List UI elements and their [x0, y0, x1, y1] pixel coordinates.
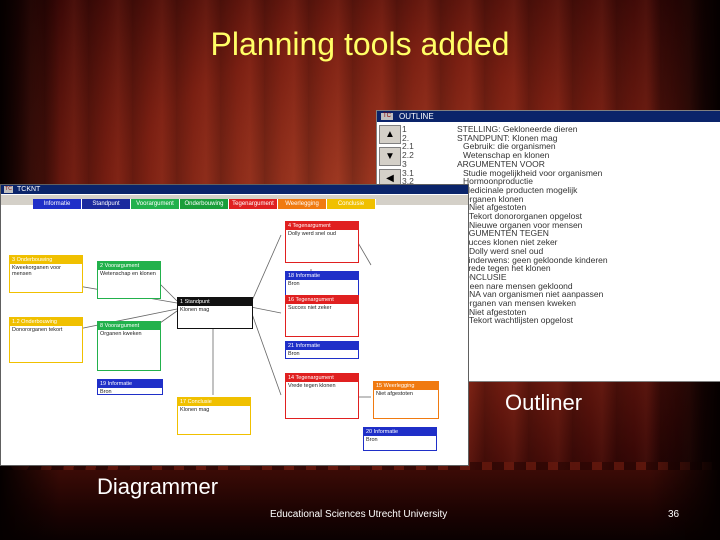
node-text: Bron: [100, 389, 112, 395]
node-header: 15 Weerlegging: [374, 382, 438, 390]
node-header: 4 Tegenargument: [286, 222, 358, 230]
node-text: Klonen mag: [180, 407, 210, 413]
node-text: Donororganen tekort: [12, 327, 63, 333]
node-text: Organen kweken: [100, 331, 142, 337]
diagram-link: [356, 240, 372, 266]
diagrammer-caption: Diagrammer: [97, 474, 219, 499]
outliner-window-title: OUTLINE: [399, 112, 434, 121]
diagram-node[interactable]: 1.2 Onderbouwing Donororganen tekort: [9, 317, 83, 363]
outline-number: 2.2: [402, 150, 414, 161]
node-text: Bron: [366, 437, 378, 443]
diagram-node[interactable]: 17 Conclusie Klonen mag: [177, 397, 251, 435]
diagram-link: [250, 310, 282, 396]
diagram-node[interactable]: 4 Tegenargument Dolly werd snel oud: [285, 221, 359, 263]
node-header: 3 Onderbouwing: [10, 256, 82, 264]
node-header: 1 Standpunt: [178, 298, 252, 306]
node-text: Kweekorganen voor mensen: [12, 265, 61, 277]
diagram-link: [250, 234, 282, 304]
outliner-caption: Outliner: [505, 390, 583, 415]
node-header: 16 Tegenargument: [286, 296, 358, 304]
node-header: 8 Voorargument: [98, 322, 160, 330]
slide-title: Planning tools added: [210, 26, 510, 62]
diagram-node[interactable]: 3 Onderbouwing Kweekorganen voor mensen: [9, 255, 83, 293]
node-header: 20 Informatie: [364, 428, 436, 436]
arrow-down-button[interactable]: ▼: [379, 147, 401, 166]
node-text: Dolly werd snel oud: [288, 231, 336, 237]
node-text: Bron: [288, 281, 300, 287]
outline-item[interactable]: Tekort wachtlijsten opgelost: [457, 316, 719, 325]
arrow-left-icon: ◀: [386, 173, 394, 184]
node-header: 18 Informatie: [286, 272, 358, 280]
outline-number: 1: [402, 124, 407, 134]
node-text: Klonen mag: [180, 307, 210, 313]
node-header: 19 Informatie: [98, 380, 162, 388]
diagram-node[interactable]: 1 Standpunt Klonen mag: [177, 297, 253, 329]
slide-footer: Educational Sciences Utrecht University: [270, 509, 448, 520]
arrow-up-icon: ▲: [385, 129, 395, 140]
diagram-node[interactable]: 20 Informatie Bron: [363, 427, 437, 451]
node-header: 21 Informatie: [286, 342, 358, 350]
outliner-text-lines[interactable]: STELLING: Gekloneerde dieren STANDPUNT: K…: [457, 125, 719, 325]
node-text: Vrede tegen klonen: [288, 383, 336, 389]
diagram-node[interactable]: 18 Informatie Bron: [285, 271, 359, 297]
diagram-node[interactable]: 15 Weerlegging Niet afgestoten: [373, 381, 439, 419]
node-header: 1.2 Onderbouwing: [10, 318, 82, 326]
diagram-link: [250, 306, 282, 314]
diagrammer-window[interactable]: TC TCKNT Informatie Standpunt Voorargument…: [0, 184, 469, 466]
arrow-up-button[interactable]: ▲: [379, 125, 401, 144]
app-logo-icon: TC: [381, 113, 393, 120]
node-text: Succes niet zeker: [288, 305, 332, 311]
diagram-node[interactable]: 8 Voorargument Organen kweken: [97, 321, 161, 371]
node-text: Wetenschap en klonen: [100, 271, 156, 277]
diagram-node[interactable]: 21 Informatie Bron: [285, 341, 359, 359]
node-header: 2 Voorargument: [98, 262, 160, 270]
node-header: 14 Tegenargument: [286, 374, 358, 382]
outliner-titlebar[interactable]: TC OUTLINE: [377, 111, 720, 122]
arrow-down-icon: ▼: [385, 151, 395, 162]
diagram-node[interactable]: 16 Tegenargument Succes niet zeker: [285, 295, 359, 337]
diagram-node[interactable]: 14 Tegenargument Vrede tegen klonen: [285, 373, 359, 419]
node-header: 17 Conclusie: [178, 398, 250, 406]
diagram-node[interactable]: 19 Informatie Bron: [97, 379, 163, 395]
node-text: Niet afgestoten: [376, 391, 413, 397]
node-text: Bron: [288, 351, 300, 357]
diagram-node[interactable]: 2 Voorargument Wetenschap en klonen: [97, 261, 161, 299]
slide-page-number: 36: [668, 509, 680, 520]
